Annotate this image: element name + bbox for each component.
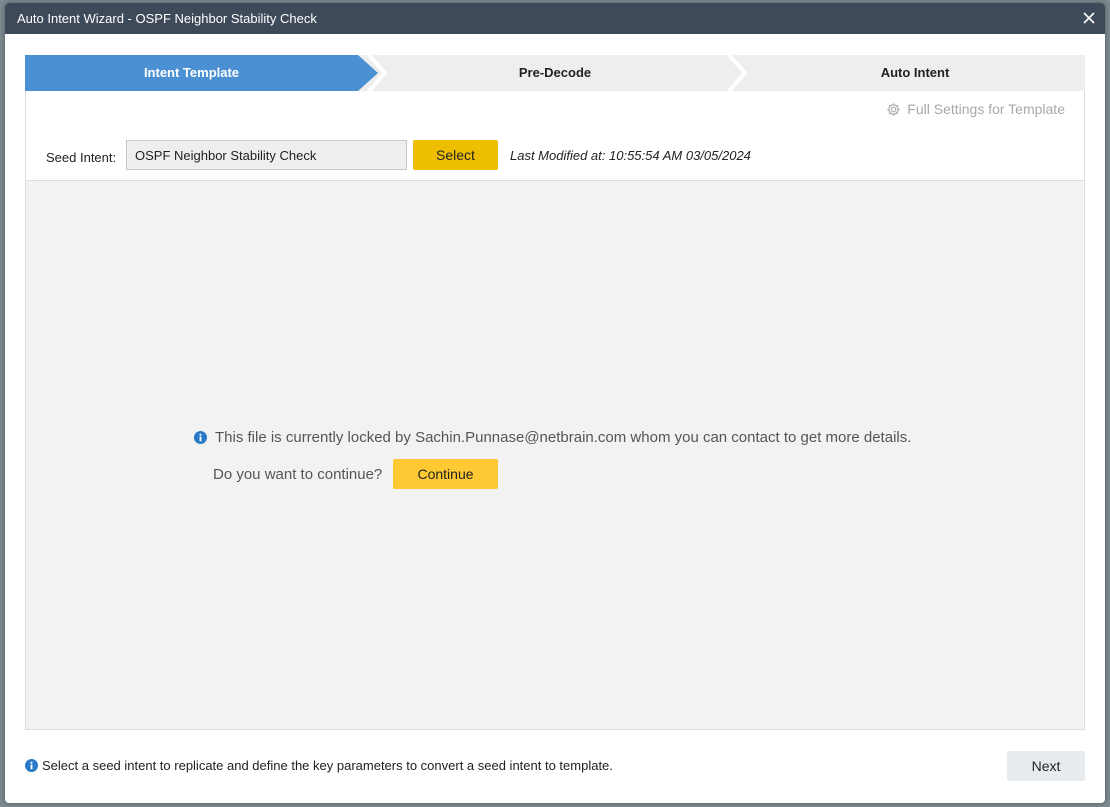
auto-intent-wizard-dialog: Auto Intent Wizard - OSPF Neighbor Stabi… xyxy=(5,3,1105,803)
seed-intent-input[interactable] xyxy=(126,140,407,170)
footer-hint: Select a seed intent to replicate and de… xyxy=(25,758,613,773)
seed-intent-row: Seed Intent: Select Last Modified at: 10… xyxy=(25,91,1085,181)
lock-message: This file is currently locked by Sachin.… xyxy=(194,429,911,446)
chevron-right-icon xyxy=(367,55,387,91)
step-pre-decode[interactable]: Pre-Decode xyxy=(385,55,725,91)
title-bar: Auto Intent Wizard - OSPF Neighbor Stabi… xyxy=(5,3,1105,34)
lock-message-text: This file is currently locked by Sachin.… xyxy=(215,429,912,446)
info-icon xyxy=(194,431,207,444)
select-button[interactable]: Select xyxy=(413,140,498,170)
continue-question: Do you want to continue? xyxy=(213,466,383,483)
content-panel: This file is currently locked by Sachin.… xyxy=(25,180,1085,730)
window-title: Auto Intent Wizard - OSPF Neighbor Stabi… xyxy=(17,11,317,26)
continue-button[interactable]: Continue xyxy=(393,459,498,489)
step-auto-intent[interactable]: Auto Intent xyxy=(735,55,1095,91)
last-modified-text: Last Modified at: 10:55:54 AM 03/05/2024 xyxy=(510,148,751,163)
info-icon xyxy=(25,759,38,772)
close-icon[interactable] xyxy=(1081,10,1097,26)
seed-intent-label: Seed Intent: xyxy=(46,150,117,165)
footer-hint-text: Select a seed intent to replicate and de… xyxy=(42,758,613,773)
next-button[interactable]: Next xyxy=(1007,751,1085,781)
step-intent-template[interactable]: Intent Template xyxy=(25,55,358,91)
wizard-steps: Intent Template Pre-Decode Auto Intent xyxy=(25,55,1085,91)
